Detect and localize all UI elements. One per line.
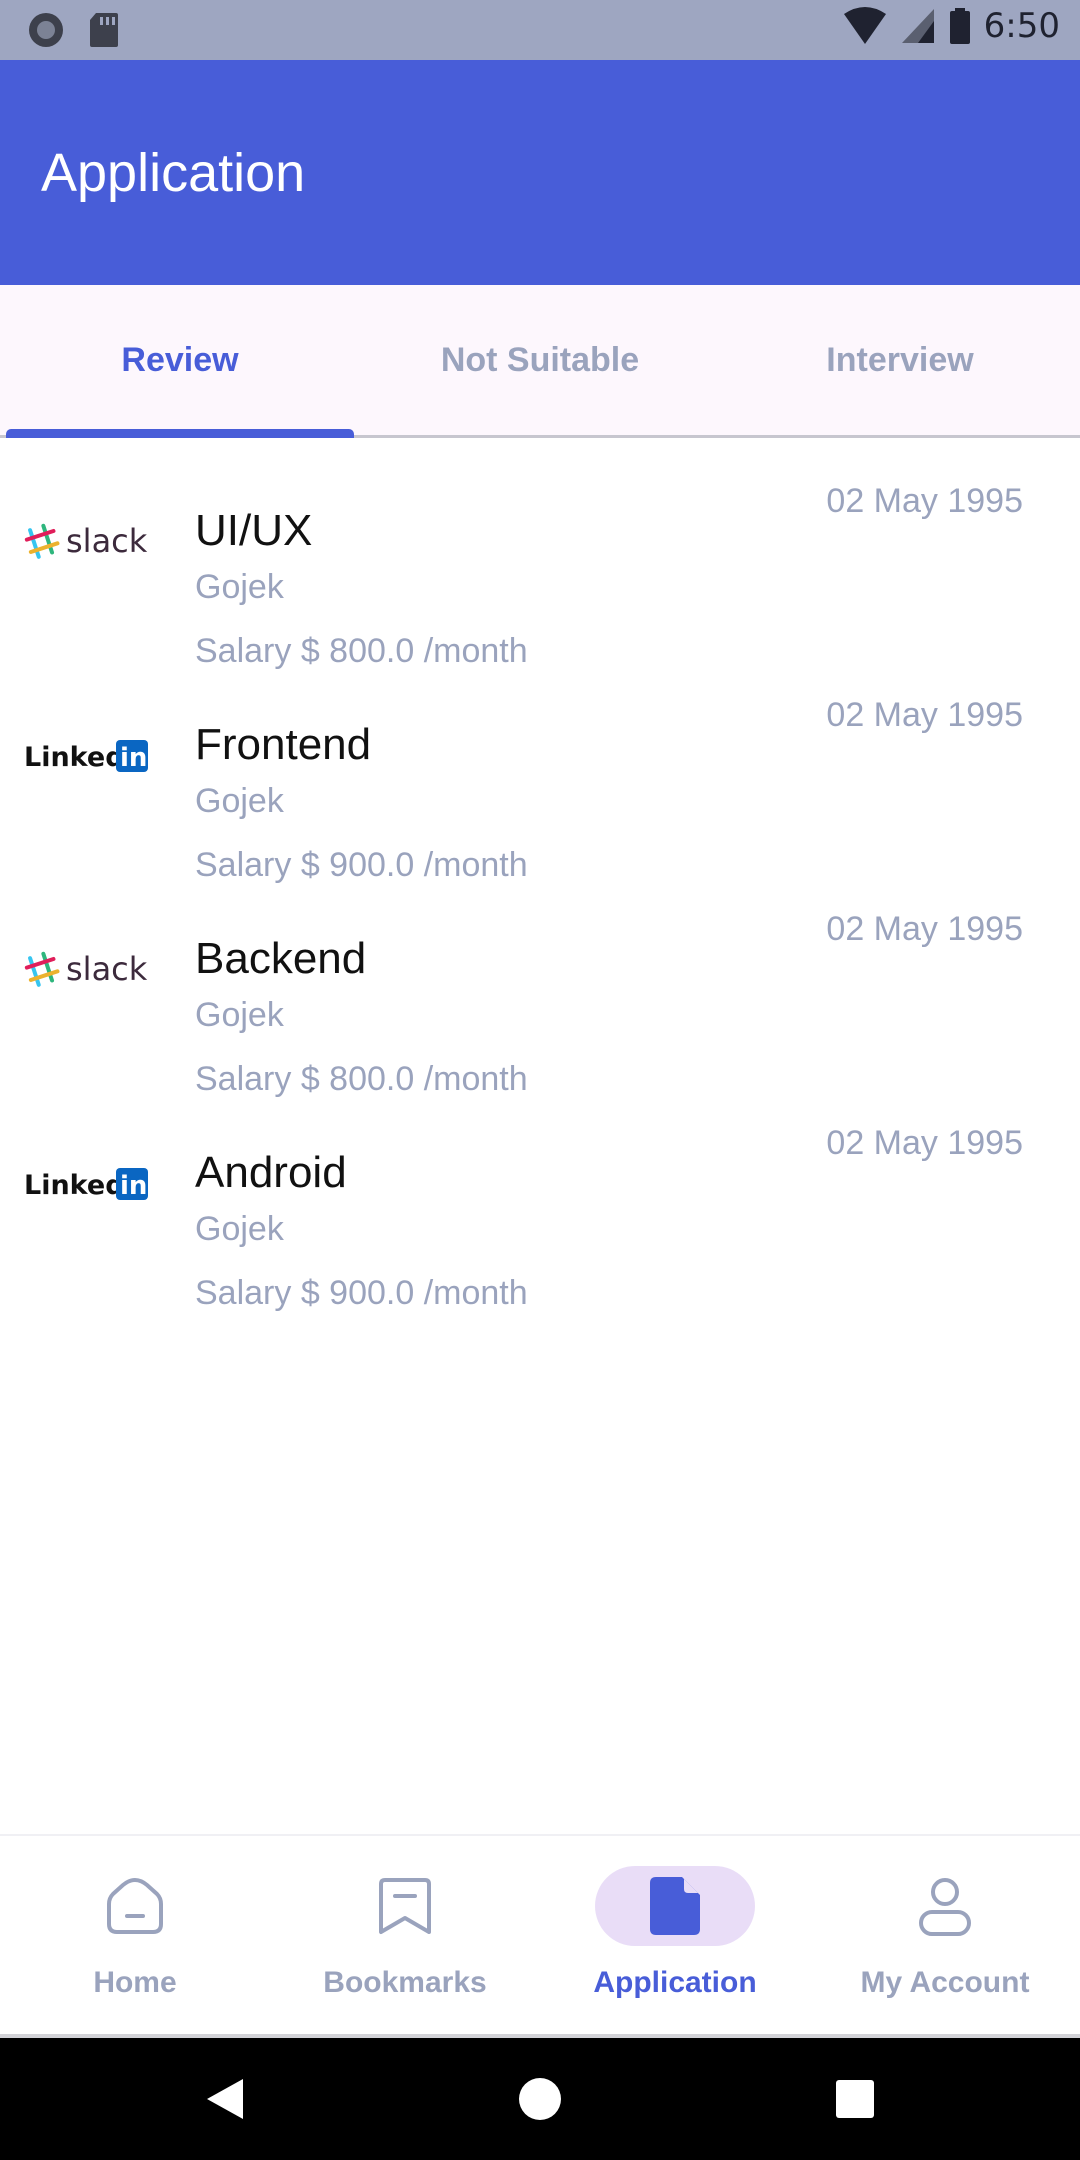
salary-text: Salary $ 900.0 /month: [195, 1274, 528, 1312]
app-bar: Application: [0, 60, 1080, 285]
linkedin-logo: Linked in: [22, 730, 152, 780]
nav-bookmarks-label: Bookmarks: [323, 1966, 487, 1999]
linkedin-logo: Linked in: [22, 1158, 152, 1208]
clock-time: 6:50: [983, 6, 1060, 46]
home-button[interactable]: [495, 2038, 585, 2160]
back-button[interactable]: [180, 2038, 270, 2160]
sd-card-icon: [90, 13, 118, 47]
slack-logo: slack: [22, 944, 152, 994]
tab-not-suitable[interactable]: Not Suitable: [360, 285, 720, 435]
nav-application-label: Application: [593, 1966, 757, 1999]
page-title: Application: [41, 143, 306, 203]
job-title: UI/UX: [195, 506, 313, 555]
recents-square-icon: [836, 2080, 874, 2118]
list-item[interactable]: Linked in Frontend Gojek Salary $ 900.0 …: [0, 652, 1080, 884]
system-navigation-bar: [0, 2038, 1080, 2160]
nav-my-account[interactable]: My Account: [810, 1836, 1080, 2036]
list-item[interactable]: slack Backend Gojek Salary $ 800.0 /mont…: [0, 866, 1080, 1098]
nav-my-account-label: My Account: [860, 1966, 1030, 1999]
back-icon: [207, 2079, 243, 2119]
slack-logo: slack: [22, 516, 152, 566]
applied-date: 02 May 1995: [826, 482, 1023, 520]
job-title: Frontend: [195, 720, 372, 769]
tab-indicator: [6, 429, 354, 438]
company-name: Gojek: [195, 996, 284, 1034]
bookmark-icon: [325, 1866, 485, 1946]
nav-application[interactable]: Application: [540, 1836, 810, 2036]
document-icon: [595, 1866, 755, 1946]
status-bar: 6:50: [0, 0, 1080, 60]
applied-date: 02 May 1995: [826, 696, 1023, 734]
slack-logo-text: slack: [66, 522, 148, 560]
tab-review[interactable]: Review: [0, 285, 360, 435]
list-item[interactable]: Linked in Android Gojek Salary $ 900.0 /…: [0, 1080, 1080, 1312]
nav-home[interactable]: Home: [0, 1836, 270, 2036]
record-icon: [29, 13, 63, 47]
job-title: Android: [195, 1148, 347, 1197]
recents-button[interactable]: [810, 2038, 900, 2160]
applied-date: 02 May 1995: [826, 1124, 1023, 1162]
nav-bookmarks[interactable]: Bookmarks: [270, 1836, 540, 2036]
linkedin-logo-text: Linked: [24, 742, 125, 773]
list-item[interactable]: slack UI/UX Gojek Salary $ 800.0 /month …: [0, 438, 1080, 670]
job-title: Backend: [195, 934, 367, 983]
wifi-icon: [843, 7, 886, 44]
svg-text:in: in: [120, 1171, 147, 1201]
linkedin-logo-text: Linked: [24, 1170, 125, 1201]
slack-logo-text: slack: [66, 950, 148, 988]
bottom-navigation: Home Bookmarks Application My Account: [0, 1834, 1080, 2036]
company-name: Gojek: [195, 782, 284, 820]
company-name: Gojek: [195, 1210, 284, 1248]
applied-date: 02 May 1995: [826, 910, 1023, 948]
home-icon: [55, 1866, 215, 1946]
home-circle-icon: [519, 2078, 561, 2120]
tab-interview[interactable]: Interview: [720, 285, 1080, 435]
svg-text:in: in: [120, 743, 147, 773]
application-list: slack UI/UX Gojek Salary $ 800.0 /month …: [0, 438, 1080, 1312]
nav-home-label: Home: [93, 1966, 177, 1999]
tab-bar: Review Not Suitable Interview: [0, 285, 1080, 438]
battery-icon: [949, 8, 970, 44]
account-icon: [865, 1866, 1025, 1946]
company-name: Gojek: [195, 568, 284, 606]
cell-signal-icon: [901, 9, 934, 43]
